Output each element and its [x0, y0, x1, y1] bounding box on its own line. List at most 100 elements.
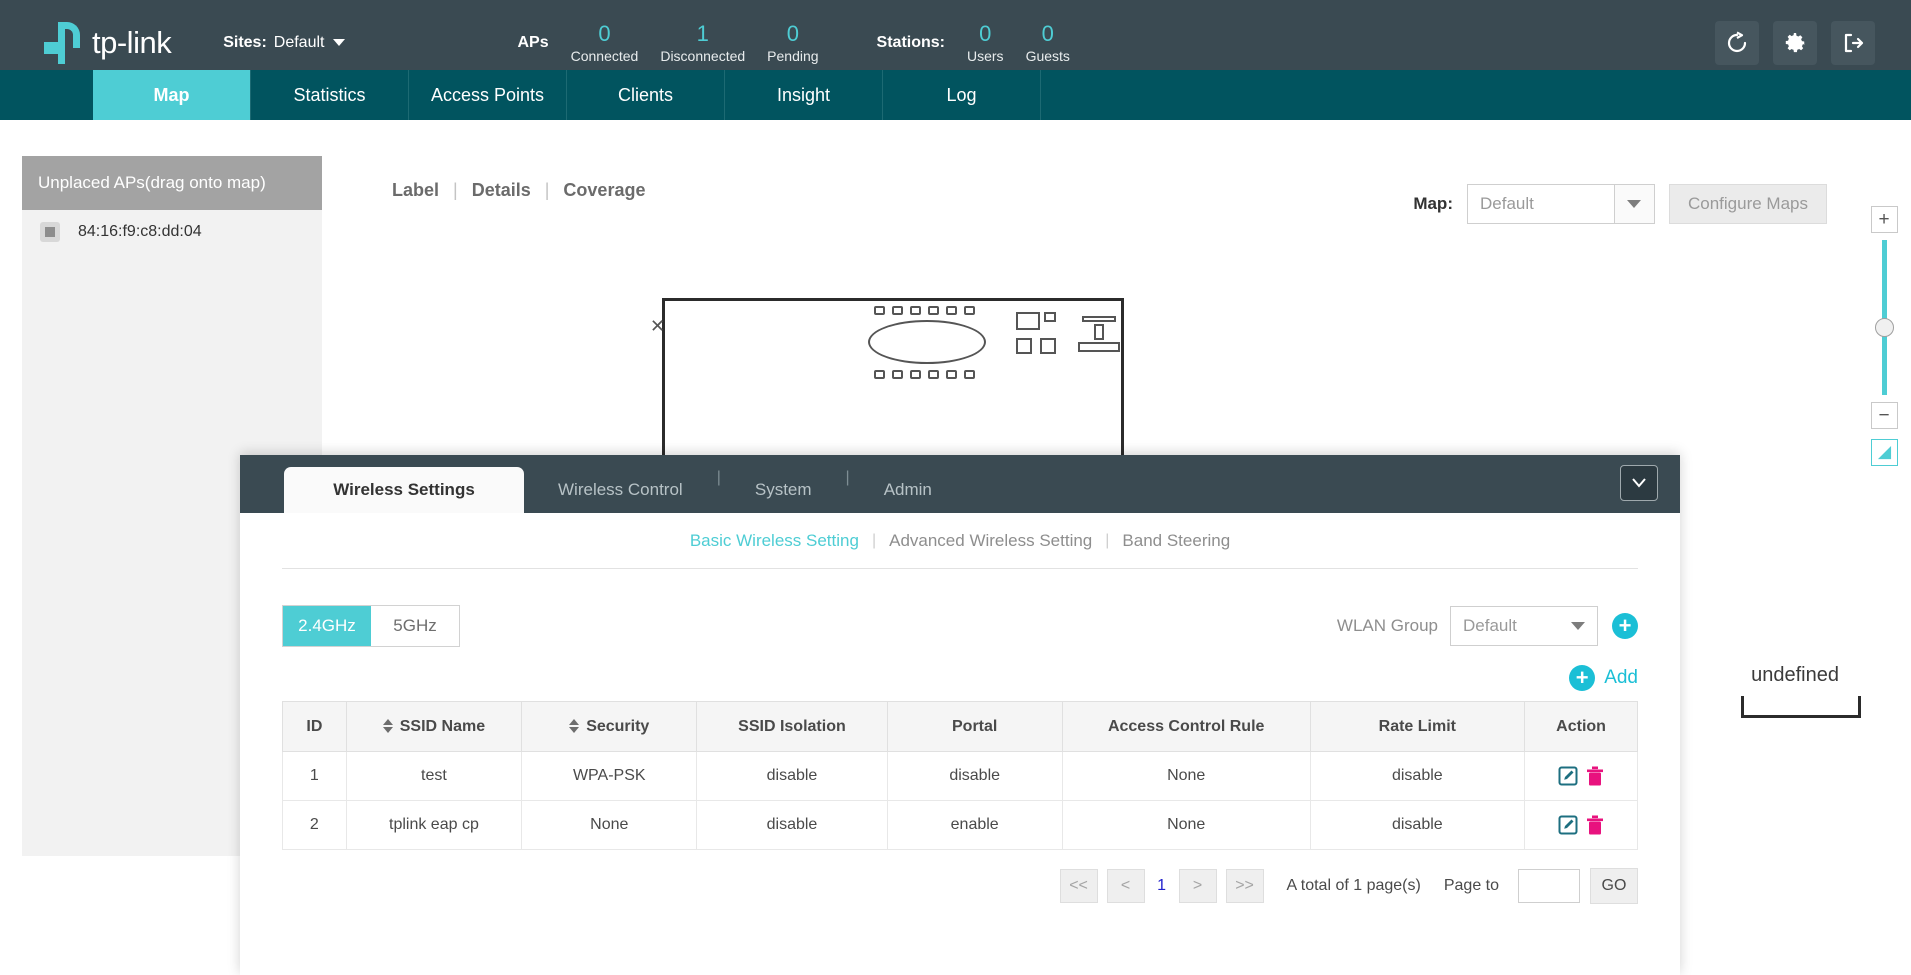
refresh-button[interactable] [1715, 21, 1759, 65]
add-ssid-label: Add [1604, 667, 1638, 689]
col-portal: Portal [887, 702, 1062, 752]
map-select-input[interactable]: Default [1467, 184, 1615, 224]
modal-tab-wireless-control[interactable]: Wireless Control [524, 467, 717, 513]
list-item[interactable]: 84:16:f9:c8:dd:04 [22, 210, 322, 254]
main-navigation: Map Statistics Access Points Clients Ins… [0, 70, 1911, 120]
cell-ssid-name: tplink eap cp [346, 801, 521, 850]
tab-statistics[interactable]: Statistics [251, 70, 409, 120]
fit-to-screen-button[interactable] [1871, 439, 1898, 466]
configure-maps-button[interactable]: Configure Maps [1669, 184, 1827, 224]
add-ssid-button[interactable]: + Add [1569, 665, 1638, 691]
next-page-button[interactable]: > [1179, 869, 1217, 903]
logout-icon [1841, 31, 1865, 55]
sites-label: Sites: [223, 34, 267, 52]
band-2-4ghz[interactable]: 2.4GHz [283, 606, 371, 646]
subnav-basic-wireless-setting[interactable]: Basic Wireless Setting [677, 531, 872, 551]
subnav-advanced-wireless-setting[interactable]: Advanced Wireless Setting [876, 531, 1105, 551]
cell-ssid-isolation: disable [697, 801, 887, 850]
stations-users[interactable]: 0 Users [967, 21, 1004, 65]
chevron-down-icon [1632, 478, 1646, 488]
col-security[interactable]: Security [522, 702, 697, 752]
stations-guests[interactable]: 0 Guests [1026, 21, 1070, 65]
aps-stats: APs 0 Connected 1 Disconnected 0 Pending [517, 21, 818, 65]
cell-portal: enable [887, 801, 1062, 850]
aps-connected-label: Connected [571, 47, 639, 65]
col-ssid-name[interactable]: SSID Name [346, 702, 521, 752]
col-access-control-rule: Access Control Rule [1062, 702, 1310, 752]
refresh-icon [1725, 31, 1749, 55]
first-page-button[interactable]: << [1060, 869, 1098, 903]
tp-link-logo-icon [42, 20, 88, 66]
ap-device-icon [40, 222, 60, 242]
tab-clients[interactable]: Clients [567, 70, 725, 120]
zoom-slider-handle[interactable] [1875, 318, 1894, 337]
chevron-down-icon [333, 39, 345, 46]
map-selector-row: Map: Default Configure Maps [1413, 184, 1827, 224]
prev-page-button[interactable]: < [1107, 869, 1145, 903]
aps-connected[interactable]: 0 Connected [571, 21, 639, 65]
band-toggle: 2.4GHz 5GHz [282, 605, 460, 647]
edit-button[interactable] [1558, 815, 1578, 835]
add-ssid-row: + Add [282, 665, 1638, 691]
wlan-group-label: WLAN Group [1337, 616, 1438, 636]
modal-tab-admin[interactable]: Admin [850, 467, 966, 513]
aps-pending[interactable]: 0 Pending [767, 21, 818, 65]
map-view-toggles: Label | Details | Coverage [378, 180, 659, 201]
delete-button[interactable] [1586, 766, 1604, 786]
conference-table-icon [868, 320, 986, 364]
tab-log[interactable]: Log [883, 70, 1041, 120]
zoom-slider[interactable] [1882, 240, 1887, 395]
cell-rate-limit: disable [1310, 752, 1525, 801]
cell-id: 1 [283, 752, 347, 801]
aps-pending-count: 0 [767, 21, 818, 47]
unplaced-aps-title: Unplaced APs(drag onto map) [22, 156, 322, 210]
page-to-label: Page to [1444, 877, 1499, 895]
cell-security: WPA-PSK [522, 752, 697, 801]
zoom-out-button[interactable]: − [1871, 402, 1898, 429]
ap-mac-address: 84:16:f9:c8:dd:04 [78, 223, 202, 241]
go-button[interactable]: GO [1590, 868, 1638, 904]
modal-tab-wireless-settings[interactable]: Wireless Settings [284, 467, 524, 513]
page-number-input[interactable] [1518, 869, 1580, 903]
sort-icon[interactable] [383, 719, 393, 733]
sites-selector[interactable]: Sites: Default [223, 34, 345, 52]
delete-button[interactable] [1586, 815, 1604, 835]
tab-access-points[interactable]: Access Points [409, 70, 567, 120]
tab-insight[interactable]: Insight [725, 70, 883, 120]
aps-disconnected-count: 1 [660, 21, 745, 47]
modal-tab-system[interactable]: System [721, 467, 846, 513]
toggle-details[interactable]: Details [458, 180, 545, 201]
tab-map[interactable]: Map [93, 70, 251, 120]
stations-guests-label: Guests [1026, 47, 1070, 65]
aps-title: APs [517, 34, 548, 52]
cell-access-control-rule: None [1062, 752, 1310, 801]
sort-icon[interactable] [569, 719, 579, 733]
edit-button[interactable] [1558, 766, 1578, 786]
collapse-modal-button[interactable] [1620, 465, 1658, 501]
map-select-dropdown[interactable] [1615, 184, 1655, 224]
stations-guests-count: 0 [1026, 21, 1070, 47]
aps-disconnected[interactable]: 1 Disconnected [660, 21, 745, 65]
last-page-button[interactable]: >> [1226, 869, 1264, 903]
aps-disconnected-label: Disconnected [660, 47, 745, 65]
cell-access-control-rule: None [1062, 801, 1310, 850]
settings-button[interactable] [1773, 21, 1817, 65]
logout-button[interactable] [1831, 21, 1875, 65]
ssid-table: ID SSID Name Security SSID Isolation Por… [282, 701, 1638, 850]
wlan-group-select[interactable]: Default [1450, 606, 1598, 646]
trash-icon [1586, 766, 1604, 786]
band-5ghz[interactable]: 5GHz [371, 606, 459, 646]
zoom-in-button[interactable]: + [1871, 206, 1898, 233]
toggle-coverage[interactable]: Coverage [549, 180, 659, 201]
col-action: Action [1525, 702, 1638, 752]
stations-users-label: Users [967, 47, 1004, 65]
toggle-label[interactable]: Label [378, 180, 453, 201]
pagination: << < 1 > >> A total of 1 page(s) Page to… [282, 868, 1638, 904]
band-and-wlan-row: 2.4GHz 5GHz WLAN Group Default + [282, 605, 1638, 647]
current-page[interactable]: 1 [1154, 877, 1170, 895]
add-wlan-group-button[interactable]: + [1612, 613, 1638, 639]
aps-pending-label: Pending [767, 47, 818, 65]
aps-connected-count: 0 [571, 21, 639, 47]
zoom-controls: + − [1869, 206, 1899, 466]
subnav-band-steering[interactable]: Band Steering [1109, 531, 1243, 551]
